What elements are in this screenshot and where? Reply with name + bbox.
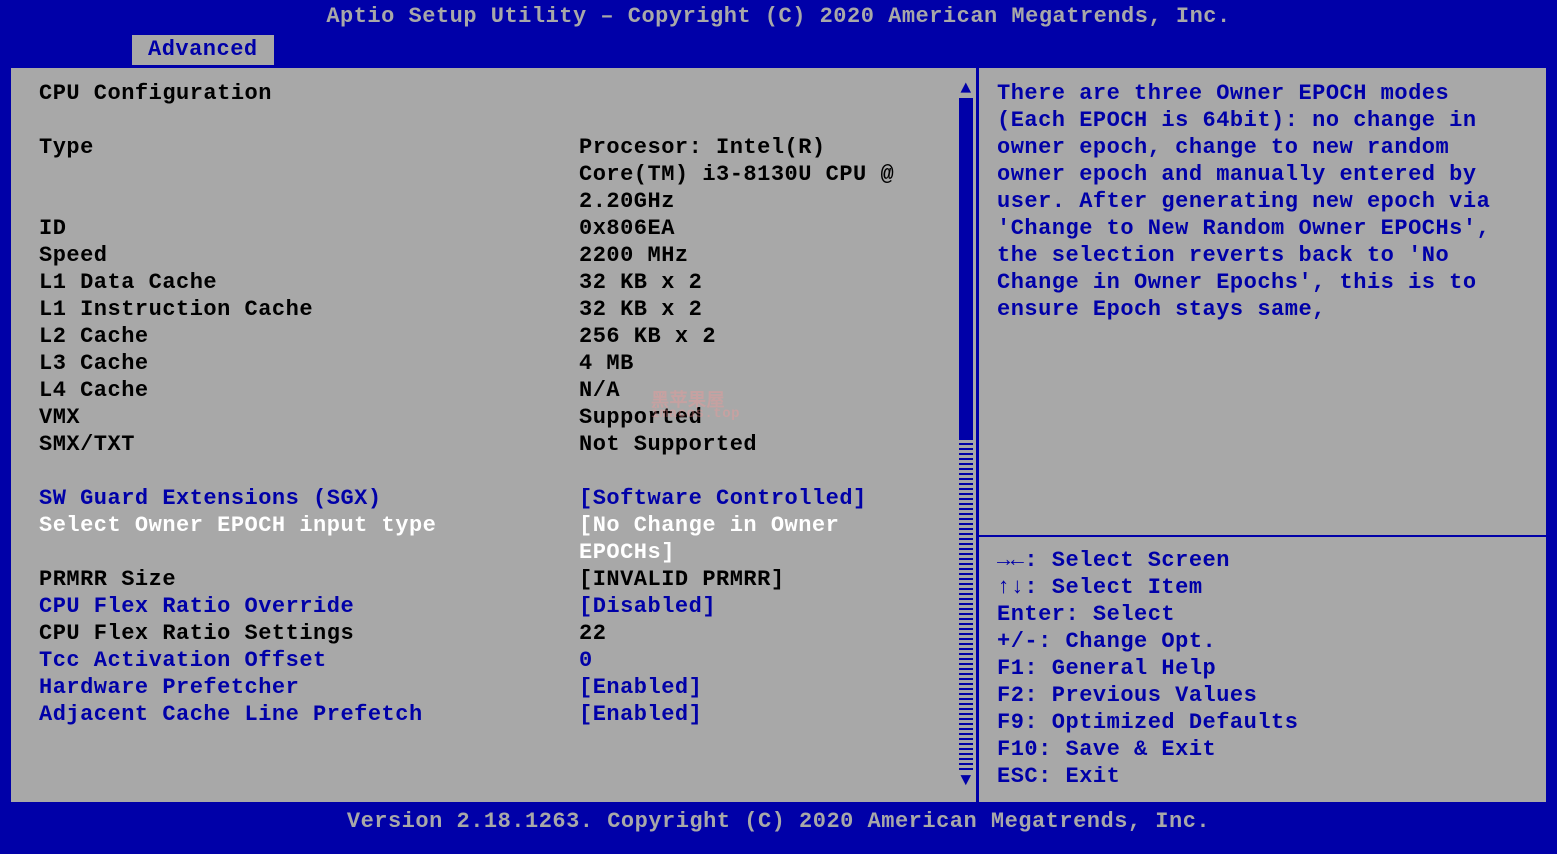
- scroll-up-icon[interactable]: ▲: [959, 80, 973, 98]
- spacer-row: [39, 107, 966, 134]
- option-row[interactable]: Select Owner EPOCH input type[No Change …: [39, 512, 966, 539]
- option-row[interactable]: Tcc Activation Offset0: [39, 647, 966, 674]
- section-title-row: CPU Configuration: [39, 80, 966, 107]
- info-row: VMXSupported: [39, 404, 966, 431]
- tab-advanced[interactable]: Advanced: [132, 35, 274, 66]
- info-row: L2 Cache256 KB x 2: [39, 323, 966, 350]
- info-row: L3 Cache4 MB: [39, 350, 966, 377]
- option-label: Tcc Activation Offset: [39, 647, 579, 674]
- option-row[interactable]: Hardware Prefetcher[Enabled]: [39, 674, 966, 701]
- info-value: Not Supported: [579, 431, 966, 458]
- main-panel: CPU Configuration TypeProcesor: Intel(R)…: [8, 65, 979, 805]
- info-row: 2.20GHz: [39, 188, 966, 215]
- bios-footer: Version 2.18.1263. Copyright (C) 2020 Am…: [0, 805, 1557, 838]
- help-key-line: Enter: Select: [997, 601, 1528, 628]
- option-value: 22: [579, 620, 966, 647]
- info-label: L3 Cache: [39, 350, 579, 377]
- option-value: [Disabled]: [579, 593, 966, 620]
- info-label: L2 Cache: [39, 323, 579, 350]
- info-label: ID: [39, 215, 579, 242]
- option-value: [No Change in Owner: [579, 512, 966, 539]
- header-title: Aptio Setup Utility – Copyright (C) 2020…: [326, 4, 1230, 29]
- option-label: Select Owner EPOCH input type: [39, 512, 579, 539]
- info-value: 256 KB x 2: [579, 323, 966, 350]
- help-key-line: F9: Optimized Defaults: [997, 709, 1528, 736]
- option-row[interactable]: Adjacent Cache Line Prefetch[Enabled]: [39, 701, 966, 728]
- option-value: [Enabled]: [579, 701, 966, 728]
- tab-bar: Advanced: [0, 35, 1557, 65]
- section-title: CPU Configuration: [39, 80, 272, 107]
- scroll-down-icon[interactable]: ▼: [959, 772, 973, 790]
- info-row: L1 Data Cache32 KB x 2: [39, 269, 966, 296]
- option-value: [INVALID PRMRR]: [579, 566, 966, 593]
- help-text: There are three Owner EPOCH modes (Each …: [997, 80, 1528, 323]
- info-value: 32 KB x 2: [579, 269, 966, 296]
- help-key-line: ↑↓: Select Item: [997, 574, 1528, 601]
- side-panel: There are three Owner EPOCH modes (Each …: [979, 65, 1549, 805]
- info-label: [39, 161, 579, 188]
- option-row[interactable]: CPU Flex Ratio Override[Disabled]: [39, 593, 966, 620]
- option-label: CPU Flex Ratio Settings: [39, 620, 579, 647]
- scrollbar[interactable]: ▲ ▼: [959, 80, 973, 790]
- option-label: Hardware Prefetcher: [39, 674, 579, 701]
- info-value: Core(TM) i3-8130U CPU @: [579, 161, 966, 188]
- help-key-line: +/-: Change Opt.: [997, 628, 1528, 655]
- info-label: VMX: [39, 404, 579, 431]
- info-value: N/A: [579, 377, 966, 404]
- help-divider: [979, 535, 1546, 537]
- option-label: [39, 539, 579, 566]
- info-value: Procesor: Intel(R): [579, 134, 966, 161]
- help-key-line: F10: Save & Exit: [997, 736, 1528, 763]
- option-row[interactable]: SW Guard Extensions (SGX)[Software Contr…: [39, 485, 966, 512]
- info-value: 4 MB: [579, 350, 966, 377]
- option-value: [Software Controlled]: [579, 485, 966, 512]
- info-row: TypeProcesor: Intel(R): [39, 134, 966, 161]
- info-value: 0x806EA: [579, 215, 966, 242]
- info-label: Type: [39, 134, 579, 161]
- scroll-track-dash: [959, 438, 973, 772]
- spacer-row: [39, 458, 966, 485]
- option-value: [Enabled]: [579, 674, 966, 701]
- help-key-line: ESC: Exit: [997, 763, 1528, 790]
- option-row: PRMRR Size[INVALID PRMRR]: [39, 566, 966, 593]
- help-key-line: F1: General Help: [997, 655, 1528, 682]
- info-row: L1 Instruction Cache32 KB x 2: [39, 296, 966, 323]
- info-row: Speed2200 MHz: [39, 242, 966, 269]
- info-label: L1 Data Cache: [39, 269, 579, 296]
- option-row: CPU Flex Ratio Settings22: [39, 620, 966, 647]
- info-label: L4 Cache: [39, 377, 579, 404]
- option-label: PRMRR Size: [39, 566, 579, 593]
- option-label: SW Guard Extensions (SGX): [39, 485, 579, 512]
- info-label: Speed: [39, 242, 579, 269]
- info-label: L1 Instruction Cache: [39, 296, 579, 323]
- info-label: [39, 188, 579, 215]
- scroll-thumb[interactable]: [959, 98, 973, 438]
- option-row[interactable]: EPOCHs]: [39, 539, 966, 566]
- help-keys: →←: Select Screen↑↓: Select ItemEnter: S…: [997, 547, 1528, 790]
- info-value: 2.20GHz: [579, 188, 966, 215]
- info-row: ID0x806EA: [39, 215, 966, 242]
- content-area: CPU Configuration TypeProcesor: Intel(R)…: [8, 65, 1549, 805]
- info-row: SMX/TXTNot Supported: [39, 431, 966, 458]
- help-key-line: →←: Select Screen: [997, 547, 1528, 574]
- info-row: Core(TM) i3-8130U CPU @: [39, 161, 966, 188]
- info-row: L4 CacheN/A: [39, 377, 966, 404]
- option-label: CPU Flex Ratio Override: [39, 593, 579, 620]
- option-value: 0: [579, 647, 966, 674]
- option-label: Adjacent Cache Line Prefetch: [39, 701, 579, 728]
- info-label: SMX/TXT: [39, 431, 579, 458]
- help-key-line: F2: Previous Values: [997, 682, 1528, 709]
- option-value: EPOCHs]: [579, 539, 966, 566]
- footer-text: Version 2.18.1263. Copyright (C) 2020 Am…: [347, 809, 1210, 834]
- info-value: Supported: [579, 404, 966, 431]
- bios-header: Aptio Setup Utility – Copyright (C) 2020…: [0, 0, 1557, 35]
- info-value: 32 KB x 2: [579, 296, 966, 323]
- info-value: 2200 MHz: [579, 242, 966, 269]
